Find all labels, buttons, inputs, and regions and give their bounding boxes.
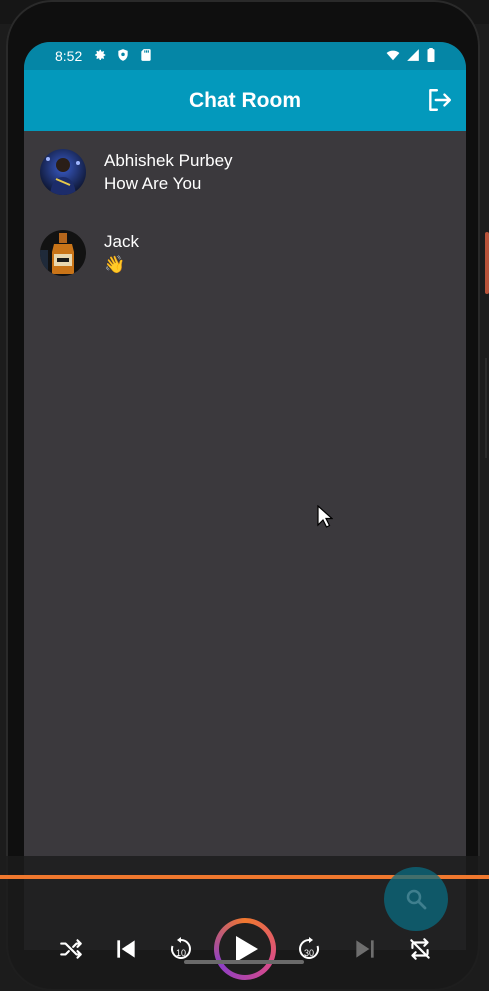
status-time: 8:52 — [55, 48, 83, 64]
mouse-cursor-icon — [317, 505, 333, 528]
play-button[interactable] — [214, 918, 276, 980]
skip-next-icon[interactable] — [352, 936, 378, 962]
media-controls: 10 30 — [0, 918, 489, 984]
forward-30-icon[interactable]: 30 — [296, 936, 322, 962]
status-icons-left — [93, 48, 153, 62]
shield-icon — [118, 49, 128, 61]
logout-icon[interactable] — [426, 87, 452, 113]
signal-icon — [407, 49, 419, 61]
sd-card-icon — [141, 49, 151, 61]
play-icon — [236, 936, 258, 962]
contact-name: Jack — [104, 232, 139, 251]
chat-list: Abhishek Purbey How Are You Jack 👋 — [24, 131, 466, 293]
replay-label: 10 — [176, 948, 186, 958]
chat-item-jack[interactable]: Jack 👋 — [24, 212, 466, 293]
avatar — [40, 230, 86, 276]
power-button — [485, 232, 489, 294]
page-title: Chat Room — [189, 89, 301, 112]
status-icons-right — [386, 48, 436, 62]
chat-item-abhishek[interactable]: Abhishek Purbey How Are You — [24, 131, 466, 212]
contact-name: Abhishek Purbey — [104, 151, 233, 170]
status-bar: 8:52 — [24, 42, 466, 70]
app-bar: Chat Room — [24, 70, 466, 131]
gear-icon — [95, 49, 106, 61]
avatar — [40, 149, 86, 195]
app-screen: 8:52 Chat Room Abhishek Purbey How Are Y… — [24, 42, 466, 950]
last-message: How Are You — [104, 174, 202, 193]
volume-button — [485, 358, 487, 458]
battery-icon — [427, 48, 435, 62]
search-icon — [406, 889, 427, 910]
forward-label: 30 — [304, 948, 314, 958]
skip-previous-icon[interactable] — [113, 936, 139, 962]
shuffle-icon[interactable] — [58, 936, 84, 962]
replay-10-icon[interactable]: 10 — [168, 936, 194, 962]
last-message: 👋 — [104, 255, 126, 274]
home-gesture-bar[interactable] — [184, 960, 304, 964]
wifi-icon — [386, 50, 400, 61]
repeat-icon[interactable] — [407, 936, 433, 962]
